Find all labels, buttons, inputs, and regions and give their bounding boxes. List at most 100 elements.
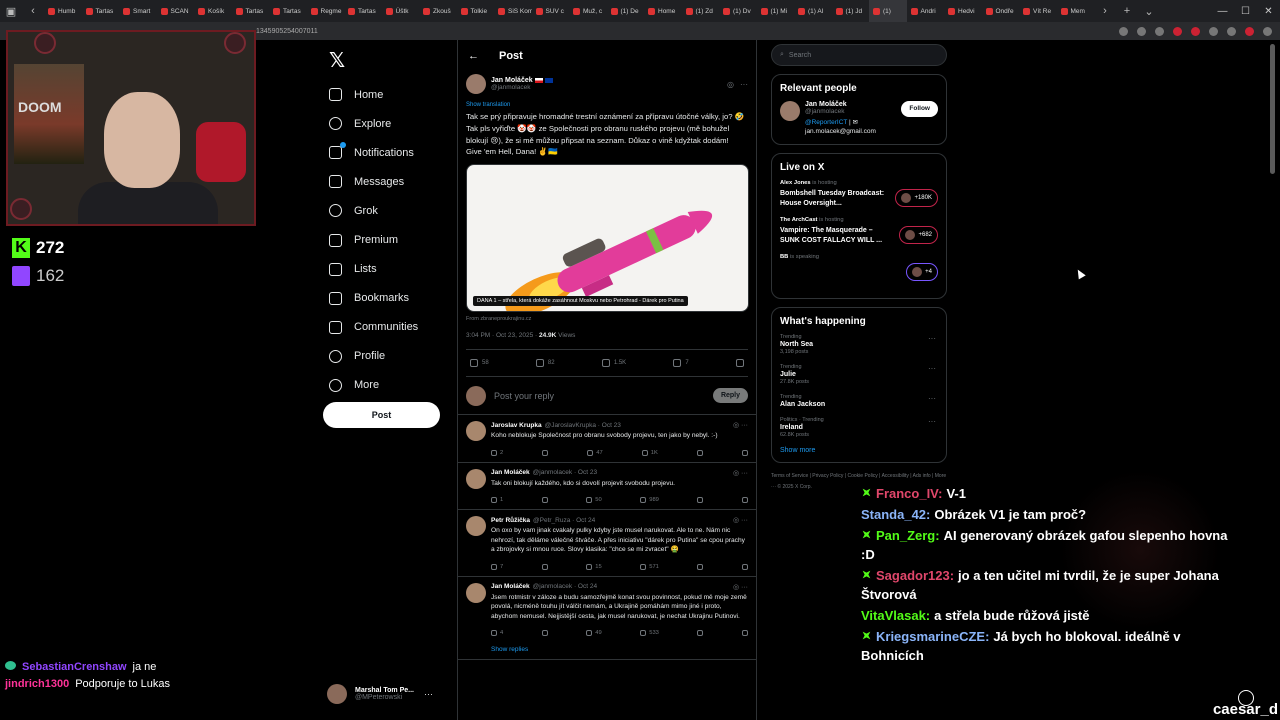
browser-tab[interactable]: (1) — [869, 0, 907, 22]
nav-item-bookmarks[interactable]: Bookmarks — [323, 284, 453, 313]
nav-item-explore[interactable]: Explore — [323, 109, 453, 138]
source-link[interactable]: From zbraneproukrajinu.cz — [466, 316, 748, 322]
views-action[interactable]: 989 — [640, 497, 659, 504]
extension-icon[interactable] — [1155, 26, 1164, 36]
repost-action[interactable] — [541, 630, 548, 637]
person-name[interactable]: Jan Moláček — [805, 101, 876, 108]
browser-tab[interactable]: Muž, c — [569, 0, 607, 22]
show-translation-link[interactable]: Show translation — [466, 102, 748, 108]
browser-tab[interactable]: SiS Kome — [494, 0, 532, 22]
share-action[interactable] — [741, 497, 748, 504]
bookmark-action[interactable] — [696, 449, 703, 456]
reply-action[interactable]: 4 — [491, 630, 503, 637]
reply-author[interactable]: Petr Růžička — [491, 517, 530, 524]
browser-tab[interactable]: (1) Al — [794, 0, 832, 22]
browser-tab[interactable]: Humb — [44, 0, 82, 22]
author-handle[interactable]: @janmolacek — [491, 84, 553, 91]
avatar[interactable] — [466, 516, 486, 537]
more-dots-icon[interactable]: ··· — [928, 394, 936, 403]
person-handle[interactable]: @janmolacek — [805, 108, 876, 115]
nav-item-grok[interactable]: Grok — [323, 196, 453, 225]
puzzle-icon[interactable] — [1227, 26, 1236, 36]
like-action[interactable]: 50 — [586, 497, 602, 504]
nav-item-communities[interactable]: Communities — [323, 313, 453, 342]
more-dots-icon[interactable]: ··· — [928, 417, 936, 426]
bookmark-action[interactable] — [697, 497, 704, 504]
reply-action[interactable]: 2 — [491, 449, 503, 456]
browser-tab[interactable]: SUV c — [532, 0, 570, 22]
nav-item-messages[interactable]: Messages — [323, 167, 453, 196]
browser-tab[interactable]: Regme — [307, 0, 345, 22]
browser-tab[interactable]: Hedvi — [944, 0, 982, 22]
more-dots-icon[interactable]: ··· — [928, 334, 936, 343]
reply-input[interactable]: Post your reply — [494, 391, 705, 401]
listener-pill[interactable]: +180K — [895, 189, 938, 207]
page-scrollbar[interactable] — [1270, 44, 1275, 174]
repost-action[interactable] — [541, 563, 548, 570]
live-space[interactable]: Alex Jones is hosting Bombshell Tuesday … — [780, 180, 938, 208]
reply-action[interactable]: 7 — [491, 563, 503, 570]
nav-item-lists[interactable]: Lists — [323, 255, 453, 284]
extension-icon[interactable] — [1119, 26, 1128, 36]
reply-tweet[interactable]: Jan Moláček @janmolacek · Oct 24 ◎ ··· Jse… — [458, 577, 756, 661]
avatar[interactable] — [466, 74, 486, 94]
avatar[interactable] — [466, 468, 486, 489]
browser-tab[interactable]: Tolkie — [457, 0, 495, 22]
nav-item-more[interactable]: More — [323, 371, 453, 400]
share-action[interactable] — [741, 449, 748, 456]
like-action[interactable]: 49 — [586, 630, 602, 637]
trend-item[interactable]: Trending Julie 27.8K posts ··· — [780, 364, 938, 385]
extension-icon[interactable] — [1173, 26, 1182, 36]
nav-item-notifications[interactable]: Notifications — [323, 138, 453, 167]
like-action[interactable]: 1.5K — [601, 359, 626, 368]
bio-link[interactable]: @ReporterICT — [805, 119, 847, 126]
url-text[interactable]: 1345905254007011 — [256, 28, 318, 35]
listener-pill[interactable]: +4 — [906, 263, 938, 281]
minimize-icon[interactable]: — — [1211, 0, 1234, 22]
reply-author[interactable]: Jaroslav Krupka — [491, 422, 542, 429]
browser-tab[interactable]: Vít Re — [1019, 0, 1057, 22]
post-button[interactable]: Post — [323, 402, 440, 428]
tab-actions-icon[interactable]: ▣ — [0, 5, 22, 18]
reply-action[interactable]: 1 — [491, 497, 503, 504]
avatar[interactable] — [466, 421, 486, 442]
browser-tab[interactable]: Andri — [907, 0, 945, 22]
share-action[interactable] — [741, 630, 748, 637]
browser-tab[interactable]: (1) Dv — [719, 0, 757, 22]
nav-item-premium[interactable]: Premium — [323, 225, 453, 254]
browser-tab[interactable]: Zkouš — [419, 0, 457, 22]
reply-tweet[interactable]: Petr Růžička @Petr_Ruza · Oct 24 ◎ ··· On … — [458, 510, 756, 577]
new-tab-icon[interactable]: + — [1116, 5, 1138, 17]
browser-tab[interactable]: Úštk — [382, 0, 420, 22]
more-dots-icon[interactable]: ◎ ··· — [733, 421, 748, 429]
bookmark-action[interactable]: 7 — [673, 359, 689, 368]
trend-item[interactable]: Politics · Trending Ireland 62.8K posts … — [780, 417, 938, 438]
reply-tweet[interactable]: Jan Moláček @janmolacek · Oct 23 ◎ ··· Tak… — [458, 463, 756, 511]
more-dots-icon[interactable]: ··· — [424, 689, 433, 699]
more-dots-icon[interactable]: ··· — [928, 364, 936, 373]
bookmark-action[interactable] — [697, 630, 704, 637]
browser-tab[interactable]: (1) Zd — [682, 0, 720, 22]
share-action[interactable] — [741, 563, 748, 570]
browser-tab[interactable]: Tartas — [269, 0, 307, 22]
show-replies-link[interactable]: Show replies — [491, 642, 748, 659]
browser-tab[interactable]: (1) Mi — [757, 0, 795, 22]
tab-list-icon[interactable]: ⌄ — [1138, 5, 1160, 18]
tweet-image[interactable]: DANA 1 – střela, která dokáže zasáhnout … — [466, 164, 749, 313]
avatar[interactable] — [466, 582, 486, 603]
browser-tab[interactable]: Mem — [1057, 0, 1095, 22]
browser-tab[interactable]: Ondře — [982, 0, 1020, 22]
x-logo-icon[interactable]: 𝕏 — [329, 48, 453, 72]
like-action[interactable]: 47 — [587, 449, 603, 456]
repost-action[interactable]: 82 — [535, 359, 555, 368]
views-action[interactable]: 1K — [641, 449, 658, 456]
reply-tweet[interactable]: Jaroslav Krupka @JaroslavKrupka · Oct 23 ◎… — [458, 415, 756, 463]
browser-tab[interactable]: (1) Jd — [832, 0, 870, 22]
trend-item[interactable]: Trending North Sea 3,198 posts ··· — [780, 334, 938, 355]
browser-tab[interactable]: Tartas — [82, 0, 120, 22]
grok-icon[interactable]: ◎ — [727, 80, 734, 89]
more-dots-icon[interactable]: ··· — [740, 80, 748, 89]
reply-author[interactable]: Jan Moláček — [491, 469, 530, 476]
reply-button[interactable]: Reply — [712, 388, 748, 404]
profile-icon[interactable] — [1245, 26, 1254, 36]
